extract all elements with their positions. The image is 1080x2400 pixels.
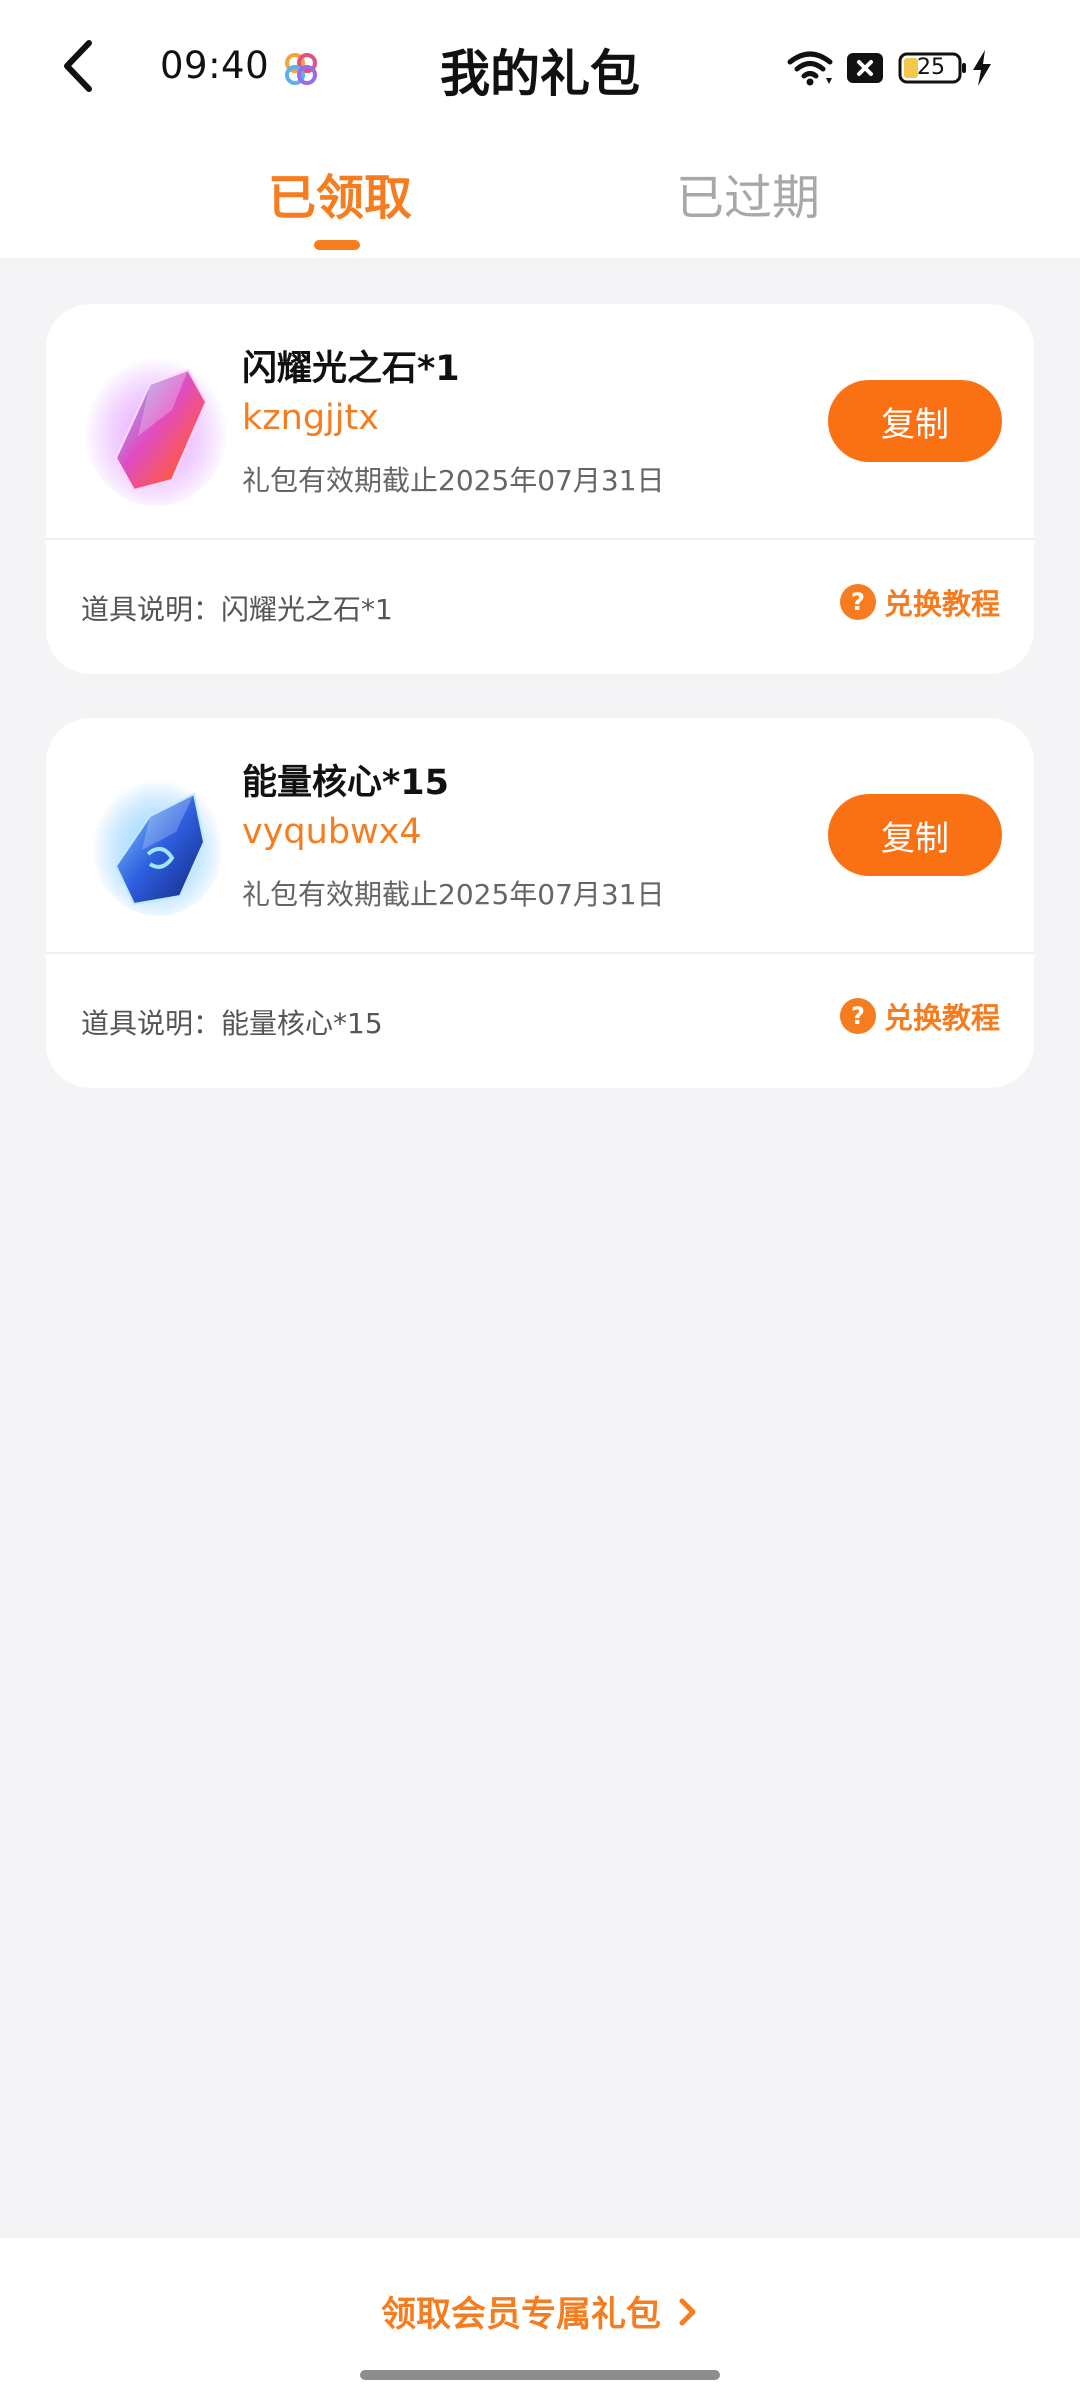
question-icon: ?: [840, 584, 876, 620]
tab-expired[interactable]: 已过期: [676, 158, 820, 228]
gift-expiry: 礼包有效期截止2025年07月31日: [242, 464, 665, 497]
question-icon: ?: [840, 998, 876, 1034]
gift-card: 能量核心*15 vyqubwx4 礼包有效期截止2025年07月31日 复制 道…: [46, 718, 1034, 1088]
member-gift-link[interactable]: 领取会员专属礼包: [0, 2286, 1080, 2337]
copy-button[interactable]: 复制: [828, 794, 1002, 876]
gift-expiry: 礼包有效期截止2025年07月31日: [242, 878, 665, 911]
pink-crystal-icon: [84, 350, 228, 506]
gift-code: vyqubwx4: [242, 812, 422, 852]
bottom-bar: 领取会员专属礼包: [0, 2238, 1080, 2400]
header: 09:40 我的礼包 25 已领取 已过期: [0, 0, 1080, 258]
gift-code: kzngjjtx: [242, 398, 379, 438]
redeem-tutorial-link[interactable]: ? 兑换教程: [840, 992, 1000, 1040]
tutorial-label: 兑换教程: [884, 1001, 1001, 1035]
sim-blocked-icon: [847, 53, 883, 83]
card-divider: [46, 538, 1034, 540]
tab-claimed[interactable]: 已领取: [268, 158, 412, 228]
gift-name: 能量核心*15: [242, 763, 450, 803]
tutorial-label: 兑换教程: [884, 587, 1001, 621]
gift-name: 闪耀光之石*1: [242, 349, 460, 389]
card-divider: [46, 952, 1034, 954]
gift-card: 闪耀光之石*1 kzngjjtx 礼包有效期截止2025年07月31日 复制 道…: [46, 304, 1034, 674]
redeem-tutorial-link[interactable]: ? 兑换教程: [840, 578, 1000, 626]
wifi-icon: [787, 51, 833, 86]
home-indicator[interactable]: [360, 2370, 720, 2380]
chevron-right-icon: [679, 2298, 696, 2325]
active-tab-indicator: [314, 240, 360, 250]
charging-icon: [973, 50, 991, 86]
gift-description: 道具说明：能量核心*15: [81, 1007, 383, 1040]
copy-button[interactable]: 复制: [828, 380, 1002, 462]
blue-crystal-icon: [92, 772, 224, 916]
gift-description: 道具说明：闪耀光之石*1: [81, 593, 393, 626]
battery-level: 25: [917, 55, 945, 80]
member-gift-label: 领取会员专属礼包: [380, 2295, 661, 2335]
